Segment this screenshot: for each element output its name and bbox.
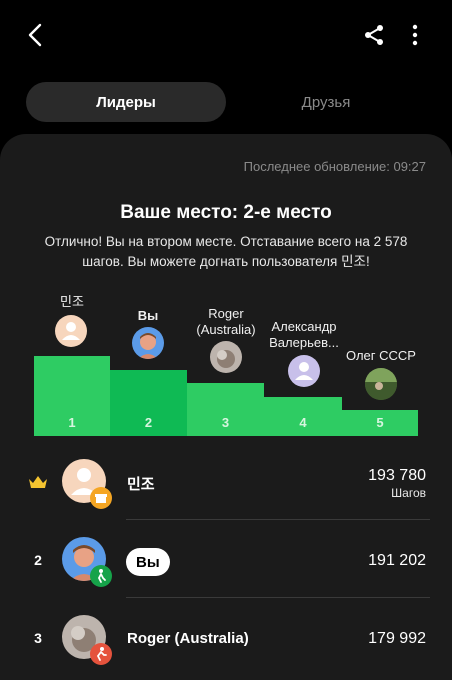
more-options-button[interactable] <box>402 20 428 50</box>
row-rank: 3 <box>34 630 42 646</box>
podium-avatar-3[interactable] <box>210 341 242 373</box>
row-divider <box>126 597 430 598</box>
more-vertical-icon <box>412 24 418 46</box>
leaderboard-panel: Последнее обновление: 09:27 Ваше место: … <box>0 134 452 680</box>
podium-name-2: Вы <box>137 308 159 323</box>
tab-leaders[interactable]: Лидеры <box>26 82 226 122</box>
podium-bar-1: 1 <box>34 356 110 436</box>
podium-bar-3: 3 <box>187 383 264 436</box>
leaderboard-row[interactable]: 민조 193 780 Шагов <box>0 444 452 522</box>
back-button[interactable] <box>20 20 50 50</box>
podium-bar-5: 5 <box>342 410 418 436</box>
row-name: Roger (Australia) <box>127 630 249 647</box>
podium-name-1: 민조 <box>60 294 84 309</box>
runner-badge-icon <box>90 643 112 665</box>
podium-avatar-4[interactable] <box>288 355 320 387</box>
podium-avatar-2[interactable] <box>132 327 164 359</box>
row-name: 민조 <box>127 476 155 493</box>
default-user-icon <box>295 362 313 380</box>
tab-bar: Лидеры Друзья <box>26 82 426 122</box>
walker-badge-icon <box>90 565 112 587</box>
podium-name-4: Александр Валерьев... <box>269 319 339 350</box>
podium-bar-2: 2 <box>110 370 187 436</box>
podium-name-5: Олег СССР <box>346 348 416 363</box>
row-steps: 193 780 <box>368 467 426 484</box>
you-badge: Вы <box>126 548 170 576</box>
user-photo-avatar <box>217 350 235 368</box>
podium-name-3: Roger (Australia) <box>196 306 256 337</box>
podium-bar-4: 4 <box>264 397 342 436</box>
user-photo-avatar <box>365 368 397 400</box>
top-app-bar <box>0 0 452 70</box>
leaderboard-row[interactable]: 3 Roger (Australia) 179 992 <box>0 600 452 678</box>
crown-icon <box>29 476 47 488</box>
share-icon <box>365 25 383 45</box>
row-steps-unit: Шагов <box>391 486 426 500</box>
row-steps: 191 202 <box>368 552 426 569</box>
default-user-icon <box>62 322 80 340</box>
row-steps: 179 992 <box>368 630 426 647</box>
user-photo-avatar <box>138 333 158 359</box>
gift-badge-icon <box>90 487 112 509</box>
row-rank: 2 <box>34 552 42 568</box>
leaderboard-row[interactable]: 2 Вы 191 202 <box>0 522 452 600</box>
row-divider <box>126 519 430 520</box>
chevron-left-icon <box>28 23 42 47</box>
share-button[interactable] <box>360 20 388 50</box>
tab-friends[interactable]: Друзья <box>226 82 426 122</box>
podium-chart: 민조 Вы Roger (Australia) Александр Валерь… <box>0 134 452 444</box>
podium-avatar-5[interactable] <box>365 368 397 400</box>
podium-avatar-1[interactable] <box>55 315 87 347</box>
